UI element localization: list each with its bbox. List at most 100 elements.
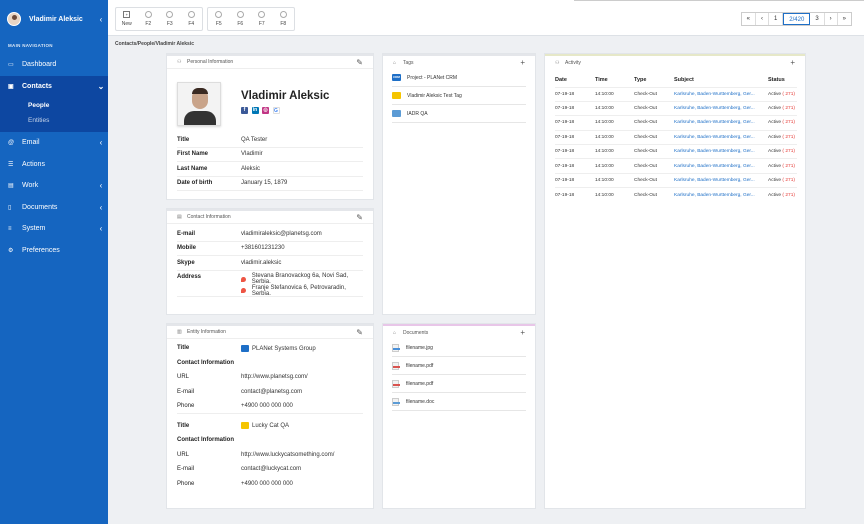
activity-subject[interactable]: Karlsruhe, Baden-Wurttemberg, Ger... xyxy=(674,86,768,102)
table-row[interactable]: 07-19-18 14:10:00 Check-Out Karlsruhe, Bade… xyxy=(555,187,797,203)
sidebar-user[interactable]: Vladimir Aleksic ‹ xyxy=(0,0,108,38)
chevron-left-icon[interactable]: ‹ xyxy=(94,15,108,24)
tag-item[interactable]: IADR QA xyxy=(392,105,526,123)
address-item[interactable]: Stevana Branovackog 6a, Novi Sad, Serbia… xyxy=(241,273,363,285)
activity-status: Active ( 271) xyxy=(768,158,797,174)
field-label: Mobile xyxy=(177,245,196,252)
tags-panel: ⌂ Tags + CRM Project - PLANet CRM Vladimi… xyxy=(382,53,536,315)
sidebar-subitem-entities[interactable]: Entities xyxy=(28,114,108,129)
entity-phone-row: Phone +4900 000 000 000 xyxy=(177,399,363,414)
instagram-icon[interactable]: ◎ xyxy=(262,107,269,114)
f2-button[interactable]: F2 xyxy=(138,8,160,30)
sidebar-item-work[interactable]: ▤ Work ‹ xyxy=(0,175,108,197)
column-header[interactable]: Status xyxy=(768,73,797,87)
activity-date: 07-19-18 xyxy=(555,86,595,102)
f3-button[interactable]: F3 xyxy=(159,8,181,30)
column-header[interactable]: Time xyxy=(595,73,634,87)
linkedin-icon[interactable]: in xyxy=(251,107,259,114)
edit-icon[interactable]: ✎ xyxy=(356,213,363,222)
email-link[interactable]: contact@planetsg.com xyxy=(241,389,363,395)
sidebar-item-preferences[interactable]: ⚙ Preferences xyxy=(0,240,108,262)
status-ticket[interactable]: ( 271) xyxy=(782,106,795,111)
next-page-button[interactable]: › xyxy=(825,13,838,25)
entity-name: Lucky Cat QA xyxy=(252,423,290,430)
add-icon[interactable]: + xyxy=(790,58,795,67)
document-item[interactable]: filename.pdf xyxy=(392,357,526,375)
f6-button[interactable]: F6 xyxy=(230,8,252,30)
activity-time: 14:10:00 xyxy=(595,115,634,131)
email-link[interactable]: contact@luckycat.com xyxy=(241,466,363,472)
email-link[interactable]: vladimiraleksic@planetsg.com xyxy=(241,231,363,237)
status-ticket[interactable]: ( 271) xyxy=(782,149,795,154)
url-link[interactable]: http://www.planetsg.com/ xyxy=(241,374,363,380)
prev-page-button[interactable]: ‹ xyxy=(756,13,769,25)
column-header[interactable]: Type xyxy=(634,73,674,87)
sidebar-subitem-people[interactable]: People xyxy=(28,99,108,114)
tag-item[interactable]: Vladimir Aleksic Test Tag xyxy=(392,87,526,105)
status-ticket[interactable]: ( 271) xyxy=(782,92,795,97)
column-header[interactable]: Subject xyxy=(674,73,768,87)
entity-link[interactable]: Lucky Cat QA xyxy=(241,422,363,429)
status-ticket[interactable]: ( 271) xyxy=(782,164,795,169)
activity-subject[interactable]: Karlsruhe, Baden-Wurttemberg, Ger... xyxy=(674,115,768,131)
add-icon[interactable]: + xyxy=(520,328,525,337)
entity-contact-heading: Contact Information xyxy=(177,433,363,448)
sidebar-item-actions[interactable]: ☰ Actions xyxy=(0,154,108,176)
f5-button[interactable]: F5 xyxy=(208,8,230,30)
facebook-icon[interactable]: f xyxy=(241,107,248,114)
sidebar-item-contacts[interactable]: ▣ Contacts ⌄ xyxy=(0,75,108,97)
google-icon[interactable]: G xyxy=(272,107,280,114)
activity-subject[interactable]: Karlsruhe, Baden-Wurttemberg, Ger... xyxy=(674,100,768,116)
activity-subject[interactable]: Karlsruhe, Baden-Wurttemberg, Ger... xyxy=(674,187,768,203)
tag-item[interactable]: CRM Project - PLANet CRM xyxy=(392,69,526,87)
document-item[interactable]: filename.jpg xyxy=(392,339,526,357)
status-ticket[interactable]: ( 271) xyxy=(782,193,795,198)
activity-subject[interactable]: Karlsruhe, Baden-Wurttemberg, Ger... xyxy=(674,172,768,188)
table-row[interactable]: 07-19-18 14:10:00 Check-Out Karlsruhe, Bade… xyxy=(555,172,797,188)
table-row[interactable]: 07-19-18 14:10:00 Check-Out Karlsruhe, Bade… xyxy=(555,115,797,131)
table-row[interactable]: 07-19-18 14:10:00 Check-Out Karlsruhe, Bade… xyxy=(555,129,797,145)
column-header[interactable]: Date xyxy=(555,73,595,87)
page-3-button[interactable]: 3 xyxy=(810,13,825,25)
add-icon[interactable]: + xyxy=(520,58,525,67)
status-ticket[interactable]: ( 271) xyxy=(782,135,795,140)
sidebar-item-dashboard[interactable]: ▭ Dashboard xyxy=(0,54,108,76)
activity-date: 07-19-18 xyxy=(555,129,595,145)
f8-button[interactable]: F8 xyxy=(273,8,295,30)
photo-body xyxy=(184,111,216,125)
panel-header: ⚇ Activity + xyxy=(545,56,805,69)
table-row[interactable]: 07-19-18 14:10:00 Check-Out Karlsruhe, Bade… xyxy=(555,158,797,174)
tag-icon: ⌂ xyxy=(393,329,397,336)
status-ticket[interactable]: ( 271) xyxy=(782,120,795,125)
status-ticket[interactable]: ( 271) xyxy=(782,178,795,183)
document-item[interactable]: filename.doc xyxy=(392,393,526,411)
activity-subject[interactable]: Karlsruhe, Baden-Wurttemberg, Ger... xyxy=(674,129,768,145)
activity-subject[interactable]: Karlsruhe, Baden-Wurttemberg, Ger... xyxy=(674,158,768,174)
document-item[interactable]: filename.pdf xyxy=(392,375,526,393)
address-item[interactable]: Franje Stefanovica 6, Petrovaradin, Serb… xyxy=(241,285,363,297)
field-label: Address xyxy=(177,273,202,280)
edit-icon[interactable]: ✎ xyxy=(356,328,363,337)
sidebar-item-documents[interactable]: ▯ Documents ‹ xyxy=(0,197,108,219)
panel-title: Tags xyxy=(403,59,414,66)
table-row[interactable]: 07-19-18 14:10:00 Check-Out Karlsruhe, Bade… xyxy=(555,144,797,159)
page-1-button[interactable]: 1 xyxy=(769,13,784,25)
edit-icon[interactable]: ✎ xyxy=(356,58,363,67)
sidebar-item-label: Email xyxy=(22,139,40,147)
new-icon: + xyxy=(123,11,131,18)
first-page-button[interactable]: « xyxy=(742,13,756,25)
f4-button[interactable]: F4 xyxy=(181,8,203,30)
current-page[interactable]: 2/420 xyxy=(783,13,811,25)
sidebar-item-label: Actions xyxy=(22,160,45,168)
table-row[interactable]: 07-19-18 14:10:00 Check-Out Karlsruhe, Bade… xyxy=(555,86,797,102)
new-button[interactable]: + New xyxy=(116,8,138,30)
table-row[interactable]: 07-19-18 14:10:00 Check-Out Karlsruhe, Bade… xyxy=(555,100,797,116)
sidebar-item-system[interactable]: ≡ System ‹ xyxy=(0,218,108,240)
url-link[interactable]: http://www.luckycatsomething.com/ xyxy=(241,452,363,458)
f7-button[interactable]: F7 xyxy=(251,8,273,30)
last-page-button[interactable]: » xyxy=(838,13,851,25)
circle-icon xyxy=(144,11,152,18)
sidebar-item-email[interactable]: @ Email ‹ xyxy=(0,132,108,154)
activity-subject[interactable]: Karlsruhe, Baden-Wurttemberg, Ger... xyxy=(674,144,768,159)
entity-link[interactable]: PLANet Systems Group xyxy=(241,344,363,352)
